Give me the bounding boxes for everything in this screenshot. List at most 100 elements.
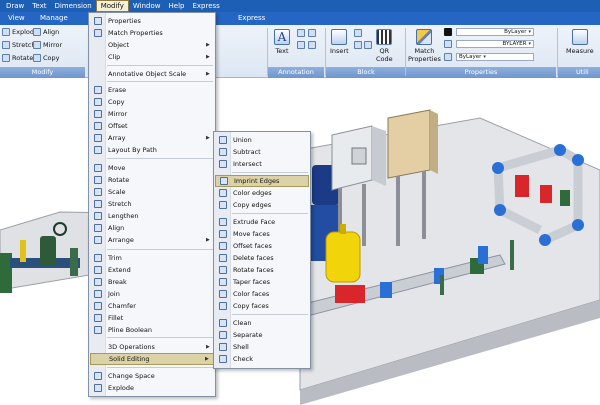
- menu-item-change-space[interactable]: Change Space: [90, 370, 214, 382]
- menu-item-label: Break: [108, 278, 127, 286]
- insert-button[interactable]: Insert: [330, 29, 349, 55]
- menu-item-erase[interactable]: Erase: [90, 84, 214, 96]
- extrude-face-icon: [219, 218, 227, 226]
- block-panel-title[interactable]: Block: [326, 67, 406, 78]
- match-properties-button[interactable]: Match Properties: [408, 29, 441, 63]
- color-swatch[interactable]: [444, 28, 454, 36]
- menu-item-properties[interactable]: Properties: [90, 15, 214, 27]
- menu-item-extrude-face[interactable]: Extrude Face: [215, 216, 309, 228]
- menu-item-align[interactable]: Align: [90, 222, 214, 234]
- tab-view[interactable]: View: [8, 12, 25, 25]
- menu-item-explode[interactable]: Explode: [90, 382, 214, 394]
- pline-boolean-icon: [94, 326, 102, 334]
- mirror-button[interactable]: Mirror: [33, 41, 62, 49]
- menu-item-offset[interactable]: Offset: [90, 120, 214, 132]
- menu-item-shell[interactable]: Shell: [215, 341, 309, 353]
- menu-item-clean[interactable]: Clean: [215, 317, 309, 329]
- menu-separator: [107, 81, 213, 82]
- menu-item-copy-faces[interactable]: Copy faces: [215, 300, 309, 312]
- menu-item-chamfer[interactable]: Chamfer: [90, 300, 214, 312]
- menu-item-array[interactable]: Array ▶: [90, 132, 214, 144]
- menu-item-taper-faces[interactable]: Taper faces: [215, 276, 309, 288]
- menu-dimension[interactable]: Dimension: [50, 0, 95, 12]
- menu-item-separate[interactable]: Separate: [215, 329, 309, 341]
- measure-button[interactable]: Measure: [566, 29, 594, 55]
- utilities-panel-title[interactable]: Utili: [558, 67, 600, 78]
- annotation-tool-3[interactable]: [297, 41, 307, 49]
- block-tool-3[interactable]: [364, 41, 374, 49]
- menu-item-trim[interactable]: Trim: [90, 252, 214, 264]
- menu-item-icon-slot: [90, 222, 106, 234]
- linetype-swatch[interactable]: [444, 40, 454, 48]
- menu-item-lengthen[interactable]: Lengthen: [90, 210, 214, 222]
- annotation-panel-title[interactable]: Annotation: [268, 67, 324, 78]
- menu-item-arrange[interactable]: Arrange ▶: [90, 234, 214, 246]
- qr-code-button[interactable]: QR Code: [376, 29, 393, 63]
- menu-item-check[interactable]: Check: [215, 353, 309, 365]
- menu-item-color-edges[interactable]: Color edges: [215, 187, 309, 199]
- block-tool-1[interactable]: [354, 29, 364, 37]
- tab-manage[interactable]: Manage: [40, 12, 68, 25]
- menu-item-delete-faces[interactable]: Delete faces: [215, 252, 309, 264]
- menu-item-3d-operations[interactable]: 3D Operations ▶: [90, 341, 214, 353]
- menu-item-pline-boolean[interactable]: Pline Boolean: [90, 324, 214, 336]
- annotation-tool-2[interactable]: [308, 29, 318, 37]
- menu-item-imprint-edges[interactable]: Imprint Edges: [215, 175, 309, 187]
- lineweight-combo[interactable]: ByLayer: [456, 53, 534, 61]
- menu-item-icon-slot: [215, 216, 231, 228]
- annotation-tool-4[interactable]: [308, 41, 318, 49]
- copy-button[interactable]: Copy: [33, 54, 60, 62]
- menu-item-icon-slot: [215, 228, 231, 240]
- properties-panel-title[interactable]: Properties: [406, 67, 556, 78]
- menu-item-object[interactable]: Object ▶: [90, 39, 214, 51]
- menu-modify[interactable]: Modify: [95, 0, 129, 12]
- menu-window[interactable]: Window: [129, 0, 165, 12]
- menu-item-move-faces[interactable]: Move faces: [215, 228, 309, 240]
- menu-item-annotative-object-scale[interactable]: Annotative Object Scale ▶: [90, 68, 214, 80]
- menu-item-color-faces[interactable]: Color faces: [215, 288, 309, 300]
- menu-item-fillet[interactable]: Fillet: [90, 312, 214, 324]
- color-combo[interactable]: ByLayer: [456, 28, 534, 36]
- menu-item-match-properties[interactable]: Match Properties: [90, 27, 214, 39]
- menu-item-move[interactable]: Move: [90, 162, 214, 174]
- menu-text[interactable]: Text: [28, 0, 50, 12]
- annotation-tool-1[interactable]: [297, 29, 307, 37]
- menu-item-clip[interactable]: Clip ▶: [90, 51, 214, 63]
- menu-item-label: Chamfer: [108, 302, 136, 310]
- menu-item-union[interactable]: Union: [215, 134, 309, 146]
- align-button[interactable]: Align: [33, 28, 59, 36]
- menu-item-stretch[interactable]: Stretch: [90, 198, 214, 210]
- menu-item-mirror[interactable]: Mirror: [90, 108, 214, 120]
- menu-item-offset-faces[interactable]: Offset faces: [215, 240, 309, 252]
- menu-item-icon-slot: [216, 175, 232, 187]
- menu-item-scale[interactable]: Scale: [90, 186, 214, 198]
- rotate-button[interactable]: Rotate: [2, 54, 33, 62]
- menu-item-copy[interactable]: Copy: [90, 96, 214, 108]
- stretch-button[interactable]: Stretch: [2, 41, 35, 49]
- menu-item-solid-editing[interactable]: Solid Editing ▶: [90, 353, 214, 365]
- pipe-elbow: [539, 234, 551, 246]
- menu-item-copy-edges[interactable]: Copy edges: [215, 199, 309, 211]
- menu-item-join[interactable]: Join: [90, 288, 214, 300]
- modify-panel-title[interactable]: Modify: [0, 67, 85, 78]
- linetype-combo[interactable]: BYLAYER: [456, 40, 534, 48]
- menu-item-break[interactable]: Break: [90, 276, 214, 288]
- menu-item-extend[interactable]: Extend: [90, 264, 214, 276]
- menu-express[interactable]: Express: [188, 0, 223, 12]
- block-tool-2[interactable]: [354, 41, 364, 49]
- text-button[interactable]: A Text: [274, 29, 290, 55]
- menu-item-icon-slot: [90, 382, 106, 394]
- menu-item-rotate[interactable]: Rotate: [90, 174, 214, 186]
- menu-item-subtract[interactable]: Subtract: [215, 146, 309, 158]
- menu-item-icon-slot: [215, 252, 231, 264]
- menu-item-layout-by-path[interactable]: Layout By Path: [90, 144, 214, 156]
- imprint-edges-icon: [220, 177, 228, 185]
- menu-item-rotate-faces[interactable]: Rotate faces: [215, 264, 309, 276]
- flange: [380, 282, 392, 298]
- menu-draw[interactable]: Draw: [2, 0, 28, 12]
- lineweight-swatch[interactable]: [444, 53, 454, 61]
- menu-item-intersect[interactable]: Intersect: [215, 158, 309, 170]
- menu-help[interactable]: Help: [165, 0, 189, 12]
- tab-express[interactable]: Express: [238, 12, 265, 25]
- menu-item-label: Move faces: [233, 230, 270, 238]
